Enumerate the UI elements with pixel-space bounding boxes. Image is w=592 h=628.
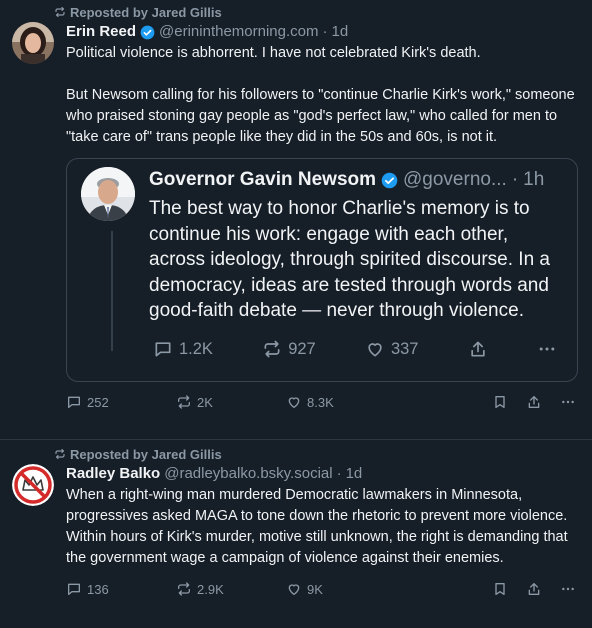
repost-button[interactable]: 2.9K <box>176 581 286 597</box>
quote-more-button[interactable] <box>537 339 557 359</box>
quote-action-bar: 1.2K 927 337 <box>153 339 557 359</box>
more-icon <box>560 394 576 410</box>
repost-button[interactable]: 2K <box>176 394 286 410</box>
avatar[interactable] <box>12 464 54 506</box>
post[interactable]: Reposted by Jared Gillis Erin Reed @erin… <box>0 0 592 440</box>
reply-icon <box>66 394 82 410</box>
timestamp[interactable]: 1d <box>346 464 363 484</box>
quote-timestamp[interactable]: 1h <box>523 167 544 193</box>
author-handle[interactable]: @erininthemorning.com <box>159 22 318 42</box>
post-action-bar: 252 2K 8.3K <box>66 394 580 410</box>
repost-icon <box>54 6 66 18</box>
bookmark-button[interactable] <box>492 581 508 597</box>
repost-count: 927 <box>288 339 316 358</box>
like-button[interactable]: 9K <box>286 581 476 597</box>
quote-post[interactable]: Governor Gavin Newsom @governo... · 1h T… <box>66 158 578 382</box>
reply-button[interactable]: 252 <box>66 394 176 410</box>
verified-badge-icon <box>381 172 398 189</box>
post[interactable]: Reposted by Jared Gillis Radley Balko @r… <box>0 440 592 628</box>
like-count: 8.3K <box>307 394 334 410</box>
thread-line <box>111 231 113 351</box>
timestamp[interactable]: 1d <box>332 22 349 42</box>
share-icon <box>526 581 542 597</box>
feed: Reposted by Jared Gillis Erin Reed @erin… <box>0 0 592 628</box>
share-button[interactable] <box>526 394 542 410</box>
quote-avatar[interactable] <box>81 167 135 221</box>
verified-badge-icon <box>140 25 155 40</box>
avatar[interactable] <box>12 22 54 64</box>
post-text: Political violence is abhorrent. I have … <box>66 45 575 145</box>
bookmark-button[interactable] <box>492 394 508 410</box>
repost-icon <box>176 581 192 597</box>
quote-repost-button[interactable]: 927 <box>262 339 316 359</box>
repost-indicator[interactable]: Reposted by Jared Gillis <box>54 446 580 462</box>
repost-count: 2K <box>197 394 213 410</box>
quote-author-handle[interactable]: @governo... <box>403 167 507 193</box>
more-button[interactable] <box>560 394 576 410</box>
author-name[interactable]: Radley Balko <box>66 464 160 484</box>
repost-icon <box>262 339 282 359</box>
reply-button[interactable]: 136 <box>66 581 176 597</box>
quote-text: The best way to honor Charlie's memory i… <box>149 198 556 321</box>
like-icon <box>286 581 302 597</box>
more-icon <box>560 581 576 597</box>
like-icon <box>365 339 385 359</box>
more-button[interactable] <box>560 581 576 597</box>
repost-count: 2.9K <box>197 581 224 597</box>
repost-icon <box>54 448 66 460</box>
quote-share-button[interactable] <box>468 339 488 359</box>
post-action-bar: 136 2.9K 9K <box>66 581 580 597</box>
bookmark-icon <box>492 394 508 410</box>
share-icon <box>468 339 488 359</box>
share-button[interactable] <box>526 581 542 597</box>
author-name[interactable]: Erin Reed <box>66 22 136 42</box>
reply-icon <box>66 581 82 597</box>
repost-label: Reposted by Jared Gillis <box>70 4 222 20</box>
reply-icon <box>153 339 173 359</box>
more-icon <box>537 339 557 359</box>
like-button[interactable]: 8.3K <box>286 394 476 410</box>
reply-count: 136 <box>87 581 109 597</box>
post-text: When a right-wing man murdered Democrati… <box>66 487 572 566</box>
like-count: 9K <box>307 581 323 597</box>
meta-separator: · <box>336 465 342 482</box>
share-icon <box>526 394 542 410</box>
quote-author-name[interactable]: Governor Gavin Newsom <box>149 167 376 193</box>
reply-count: 252 <box>87 394 109 410</box>
bookmark-icon <box>492 581 508 597</box>
meta-separator: · <box>511 169 519 190</box>
quote-like-button[interactable]: 337 <box>365 339 419 359</box>
repost-indicator[interactable]: Reposted by Jared Gillis <box>54 4 580 20</box>
reply-count: 1.2K <box>179 339 213 358</box>
quote-reply-button[interactable]: 1.2K <box>153 339 213 359</box>
repost-label: Reposted by Jared Gillis <box>70 446 222 462</box>
repost-icon <box>176 394 192 410</box>
author-handle[interactable]: @radleybalko.bsky.social <box>164 464 332 484</box>
meta-separator: · <box>322 23 328 40</box>
like-count: 337 <box>390 339 419 358</box>
like-icon <box>286 394 302 410</box>
